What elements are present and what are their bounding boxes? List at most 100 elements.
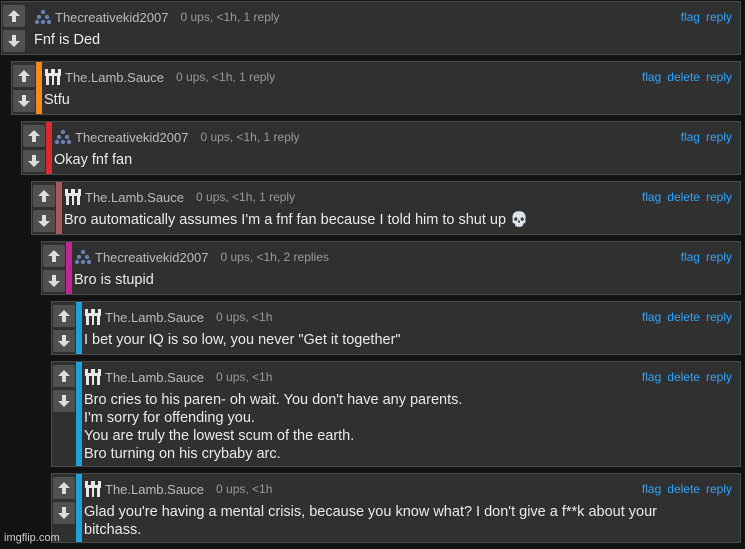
thread-accent-bar bbox=[56, 182, 62, 234]
comment-text: Stfu bbox=[44, 91, 730, 109]
comment-meta: 0 ups, <1h, 1 reply bbox=[200, 130, 300, 144]
comment-header: The.Lamb.Sauce 0 ups, <1h flag delete re… bbox=[84, 368, 732, 386]
comment: Thecreativekid2007 0 ups, <1h, 1 reply f… bbox=[1, 1, 741, 55]
reply-link[interactable]: reply bbox=[706, 190, 732, 204]
arrow-up-icon bbox=[58, 370, 70, 382]
username[interactable]: The.Lamb.Sauce bbox=[105, 310, 204, 325]
thread-accent-bar bbox=[66, 242, 72, 294]
username[interactable]: Thecreativekid2007 bbox=[95, 250, 208, 265]
reply-link[interactable]: reply bbox=[706, 310, 732, 324]
comment: The.Lamb.Sauce 0 ups, <1h, 1 reply flag … bbox=[11, 61, 741, 115]
vote-column bbox=[42, 242, 66, 294]
triangle-dots-icon bbox=[34, 9, 52, 25]
username[interactable]: The.Lamb.Sauce bbox=[85, 190, 184, 205]
vote-column bbox=[52, 302, 76, 354]
comment-meta: 0 ups, <1h, 1 reply bbox=[180, 10, 280, 24]
arrow-up-icon bbox=[28, 130, 40, 142]
arrow-up-icon bbox=[38, 190, 50, 202]
username[interactable]: The.Lamb.Sauce bbox=[105, 370, 204, 385]
upvote-button[interactable] bbox=[53, 477, 75, 499]
upvote-button[interactable] bbox=[43, 245, 65, 267]
arrow-down-icon bbox=[38, 215, 50, 227]
vote-column bbox=[2, 2, 26, 54]
flag-link[interactable]: flag bbox=[642, 70, 661, 84]
reply-link[interactable]: reply bbox=[706, 250, 732, 264]
username[interactable]: Thecreativekid2007 bbox=[55, 10, 168, 25]
comment-meta: 0 ups, <1h bbox=[216, 482, 273, 496]
delete-link[interactable]: delete bbox=[667, 190, 700, 204]
comment-meta: 0 ups, <1h, 1 reply bbox=[196, 190, 296, 204]
reply-link[interactable]: reply bbox=[706, 370, 732, 384]
reply-link[interactable]: reply bbox=[706, 70, 732, 84]
arrow-up-icon bbox=[58, 310, 70, 322]
downvote-button[interactable] bbox=[53, 390, 75, 412]
flag-link[interactable]: flag bbox=[642, 370, 661, 384]
comment-meta: 0 ups, <1h, 2 replies bbox=[220, 250, 329, 264]
pixel-castle-icon bbox=[85, 309, 101, 325]
flag-link[interactable]: flag bbox=[681, 250, 700, 264]
downvote-button[interactable] bbox=[43, 270, 65, 292]
pixel-castle-icon bbox=[85, 481, 101, 497]
flag-link[interactable]: flag bbox=[681, 130, 700, 144]
username[interactable]: The.Lamb.Sauce bbox=[65, 70, 164, 85]
comment-line: Glad you're having a mental crisis, beca… bbox=[84, 504, 657, 520]
comment-text: Okay fnf fan bbox=[54, 151, 730, 169]
downvote-button[interactable] bbox=[33, 210, 55, 232]
flag-link[interactable]: flag bbox=[642, 310, 661, 324]
downvote-button[interactable] bbox=[53, 330, 75, 352]
comment-meta: 0 ups, <1h bbox=[216, 310, 273, 324]
upvote-button[interactable] bbox=[33, 185, 55, 207]
upvote-button[interactable] bbox=[23, 125, 45, 147]
arrow-down-icon bbox=[58, 507, 70, 519]
pixel-castle-icon bbox=[65, 189, 81, 205]
thread-accent-bar bbox=[76, 302, 82, 354]
flag-link[interactable]: flag bbox=[642, 190, 661, 204]
upvote-button[interactable] bbox=[3, 5, 25, 27]
comment-header: The.Lamb.Sauce 0 ups, <1h flag delete re… bbox=[84, 480, 732, 498]
flag-link[interactable]: flag bbox=[642, 482, 661, 496]
reply-link[interactable]: reply bbox=[706, 482, 732, 496]
upvote-button[interactable] bbox=[53, 305, 75, 327]
arrow-down-icon bbox=[28, 155, 40, 167]
downvote-button[interactable] bbox=[13, 90, 35, 112]
comment-header: The.Lamb.Sauce 0 ups, <1h, 1 reply flag … bbox=[64, 188, 732, 206]
comment-line: Fnf is Ded bbox=[34, 32, 101, 48]
thread-accent-bar bbox=[76, 362, 82, 466]
comment-line: Bro cries to his paren- oh wait. You don… bbox=[84, 392, 463, 408]
downvote-button[interactable] bbox=[3, 30, 25, 52]
arrow-up-icon bbox=[48, 250, 60, 262]
upvote-button[interactable] bbox=[53, 365, 75, 387]
delete-link[interactable]: delete bbox=[667, 70, 700, 84]
upvote-button[interactable] bbox=[13, 65, 35, 87]
arrow-up-icon bbox=[18, 70, 30, 82]
comment-meta: 0 ups, <1h, 1 reply bbox=[176, 70, 276, 84]
thread-accent-bar bbox=[36, 62, 42, 114]
comment-header: The.Lamb.Sauce 0 ups, <1h, 1 reply flag … bbox=[44, 68, 732, 86]
comment-line: Stfu bbox=[44, 92, 70, 108]
arrow-up-icon bbox=[58, 482, 70, 494]
comment-line: Bro turning on his crybaby arc. bbox=[84, 446, 281, 462]
vote-column bbox=[52, 362, 76, 466]
username[interactable]: The.Lamb.Sauce bbox=[105, 482, 204, 497]
flag-link[interactable]: flag bbox=[681, 10, 700, 24]
comment: The.Lamb.Sauce 0 ups, <1h flag delete re… bbox=[51, 301, 741, 355]
comment-text: Bro automatically assumes I'm a fnf fan … bbox=[64, 211, 730, 229]
thread-accent-bar bbox=[46, 122, 52, 174]
username[interactable]: Thecreativekid2007 bbox=[75, 130, 188, 145]
comment-text: Bro is stupid bbox=[74, 271, 730, 289]
comment-header: Thecreativekid2007 0 ups, <1h, 1 reply f… bbox=[34, 8, 732, 26]
delete-link[interactable]: delete bbox=[667, 310, 700, 324]
downvote-button[interactable] bbox=[23, 150, 45, 172]
comment: The.Lamb.Sauce 0 ups, <1h flag delete re… bbox=[51, 473, 741, 543]
arrow-up-icon bbox=[8, 10, 20, 22]
delete-link[interactable]: delete bbox=[667, 482, 700, 496]
imgflip-watermark: imgflip.com bbox=[4, 532, 60, 544]
comment-line: bitchass. bbox=[84, 522, 142, 538]
comment: Thecreativekid2007 0 ups, <1h, 1 reply f… bbox=[21, 121, 741, 175]
downvote-button[interactable] bbox=[53, 502, 75, 524]
reply-link[interactable]: reply bbox=[706, 130, 732, 144]
reply-link[interactable]: reply bbox=[706, 10, 732, 24]
comment: Thecreativekid2007 0 ups, <1h, 2 replies… bbox=[41, 241, 741, 295]
vote-column bbox=[12, 62, 36, 114]
delete-link[interactable]: delete bbox=[667, 370, 700, 384]
